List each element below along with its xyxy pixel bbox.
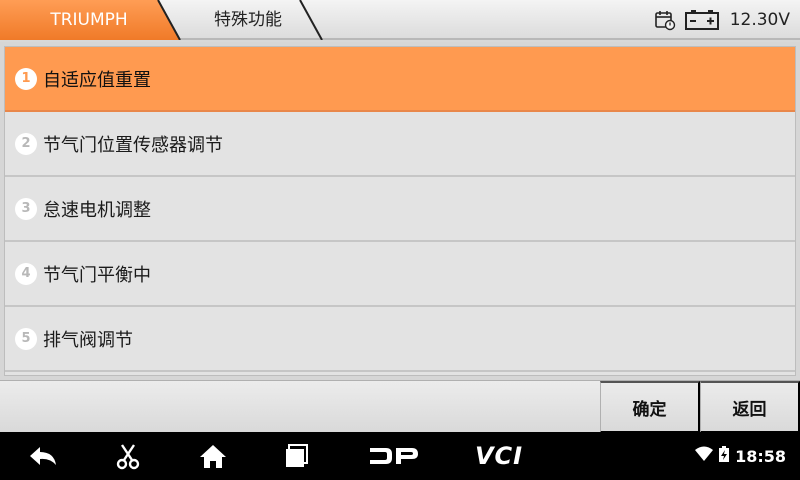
- status-area: 12.30V: [654, 0, 790, 40]
- clock: 18:58: [735, 446, 786, 466]
- action-bar: 确定 返回: [0, 380, 800, 433]
- back-arrow-icon[interactable]: [20, 432, 66, 480]
- system-status: 18:58: [695, 432, 786, 480]
- breadcrumb: TRIUMPH 特殊功能: [0, 0, 340, 40]
- item-label: 节气门平衡中: [43, 264, 151, 286]
- breadcrumb-item-triumph[interactable]: TRIUMPH: [0, 0, 180, 40]
- calendar-clock-icon: [654, 9, 676, 31]
- item-number: 3: [15, 197, 37, 220]
- top-header: TRIUMPH 特殊功能 12.30V: [0, 0, 800, 40]
- breadcrumb-item-special-functions[interactable]: 特殊功能: [178, 0, 318, 40]
- item-label: 自适应值重置: [43, 69, 151, 91]
- item-number: 4: [15, 262, 37, 285]
- system-nav-bar: DP VCI 18:58: [0, 432, 800, 480]
- home-icon[interactable]: [190, 432, 236, 480]
- dp-logo-icon[interactable]: DP: [360, 432, 426, 480]
- list-item[interactable]: 5 排气阀调节: [5, 307, 795, 372]
- list-item[interactable]: 4 节气门平衡中: [5, 242, 795, 307]
- content-frame: 1 自适应值重置 2 节气门位置传感器调节 3 怠速电机调整 4 节气门平衡中 …: [0, 42, 800, 380]
- item-label: 排气阀调节: [43, 329, 133, 351]
- scissors-icon[interactable]: [106, 432, 150, 480]
- item-label: 怠速电机调整: [43, 199, 151, 221]
- list-item[interactable]: 1 自适应值重置: [5, 47, 795, 112]
- battery-charging-icon: [719, 446, 730, 466]
- list-item[interactable]: 3 怠速电机调整: [5, 177, 795, 242]
- battery-voltage: 12.30V: [729, 10, 790, 30]
- item-number: 5: [15, 327, 37, 350]
- item-number: 2: [15, 132, 37, 155]
- item-label: 节气门位置传感器调节: [43, 134, 223, 156]
- battery-icon: [684, 9, 720, 31]
- wifi-icon: [695, 446, 714, 466]
- back-button[interactable]: 返回: [700, 381, 800, 433]
- recent-apps-icon[interactable]: [274, 432, 320, 480]
- item-number: 1: [15, 67, 37, 90]
- vci-logo-icon[interactable]: VCI: [466, 432, 532, 480]
- function-list: 1 自适应值重置 2 节气门位置传感器调节 3 怠速电机调整 4 节气门平衡中 …: [4, 46, 796, 376]
- list-item[interactable]: 2 节气门位置传感器调节: [5, 112, 795, 177]
- confirm-button[interactable]: 确定: [600, 381, 700, 433]
- vci-label: VCI: [474, 442, 524, 470]
